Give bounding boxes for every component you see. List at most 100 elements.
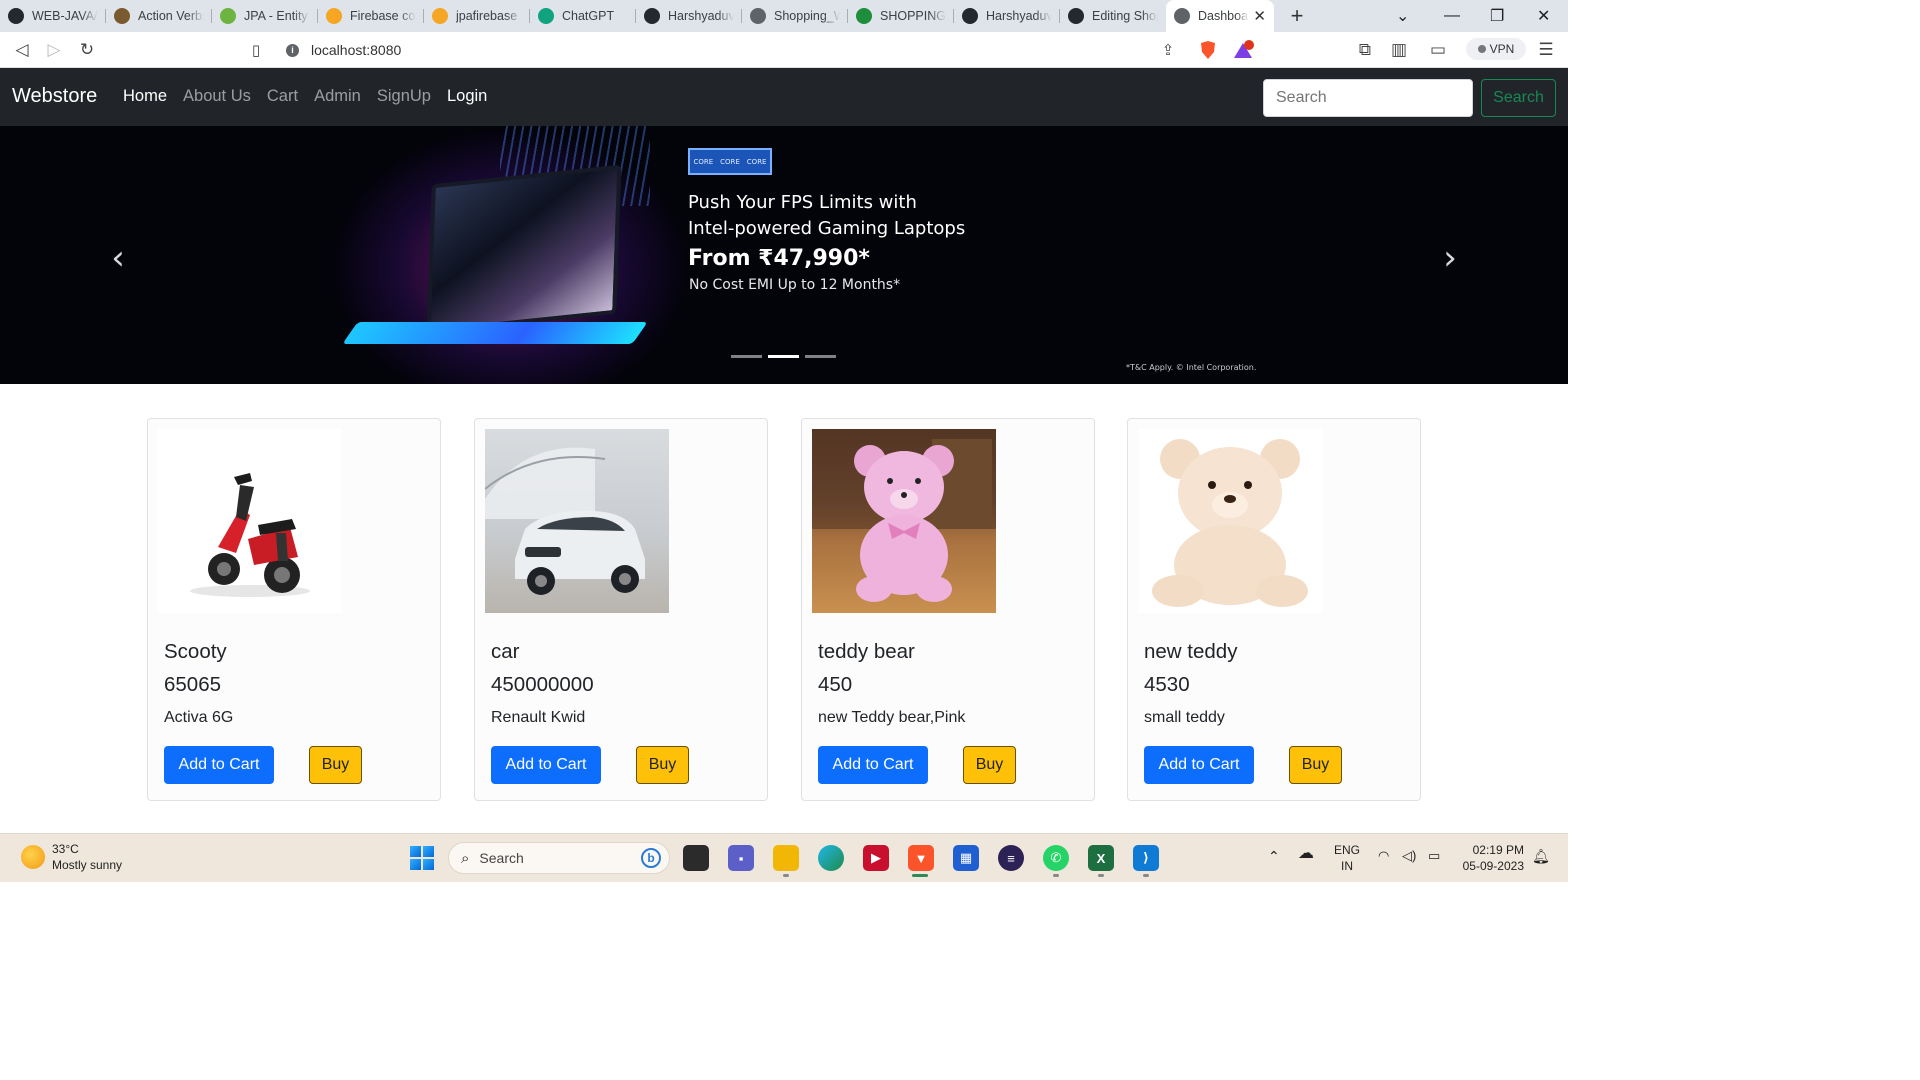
language-indicator[interactable]: ENG IN	[1334, 842, 1360, 874]
nav-home[interactable]: Home	[123, 87, 167, 106]
buy-button[interactable]: Buy	[1289, 746, 1342, 784]
brand-logo[interactable]: Webstore	[12, 85, 97, 108]
taskbar-search-placeholder: Search	[479, 850, 524, 866]
add-to-cart-button[interactable]: Add to Cart	[164, 746, 274, 784]
browser-tab-title: jpafirebase -	[456, 9, 522, 23]
add-to-cart-button[interactable]: Add to Cart	[1144, 746, 1254, 784]
browser-tab-title: Harshyaduva	[986, 9, 1052, 23]
notification-bell-icon[interactable]: 🔔︎	[1532, 848, 1550, 864]
globe-icon	[750, 8, 766, 24]
whatsapp-icon[interactable]: ✆	[1043, 845, 1069, 871]
site-info-icon[interactable]: i	[286, 43, 299, 57]
url-text: localhost:8080	[311, 42, 402, 58]
nav-login[interactable]: Login	[447, 87, 487, 106]
browser-tab[interactable]: jpafirebase -	[424, 0, 530, 32]
browser-tab[interactable]: Harshyaduva	[636, 0, 742, 32]
browser-tab[interactable]: Shopping_W	[742, 0, 848, 32]
teams-chat-icon[interactable]: ▪	[728, 845, 754, 871]
carousel-indicator[interactable]	[805, 355, 836, 358]
new-tab-icon[interactable]: +	[1282, 3, 1312, 29]
tab-search-icon[interactable]: ⌄	[1396, 0, 1409, 32]
vscode-icon[interactable]: ⟩	[1133, 845, 1159, 871]
browser-tab[interactable]: WEB-JAVA/W	[0, 0, 106, 32]
bookmark-icon[interactable]: ▯	[243, 32, 269, 68]
volume-icon[interactable]: ◁)	[1402, 848, 1416, 864]
laptop-base-image	[342, 322, 648, 344]
weather-description[interactable]: Mostly sunny	[52, 858, 122, 872]
buy-button[interactable]: Buy	[309, 746, 362, 784]
wifi-icon[interactable]: ◠	[1378, 848, 1389, 864]
windows-start-icon[interactable]	[410, 846, 434, 870]
battery-icon[interactable]: ▭	[1428, 848, 1440, 864]
add-to-cart-button[interactable]: Add to Cart	[818, 746, 928, 784]
firebase-icon	[432, 8, 448, 24]
microsoft-store-icon[interactable]: ▦	[953, 845, 979, 871]
maximize-icon[interactable]: ❐	[1490, 0, 1504, 32]
brave-shield-icon[interactable]	[1195, 32, 1221, 68]
carousel-indicator[interactable]	[731, 355, 762, 358]
browser-tab[interactable]: Harshyaduva	[954, 0, 1060, 32]
vpn-label: VPN	[1489, 42, 1515, 56]
nav-cart[interactable]: Cart	[267, 87, 298, 106]
forward-icon[interactable]: ▷	[41, 32, 67, 68]
taskbar-search[interactable]: ⌕ Search b	[448, 842, 670, 874]
edge-icon[interactable]	[818, 845, 844, 871]
close-window-icon[interactable]: ✕	[1537, 0, 1550, 32]
search-button[interactable]: Search	[1481, 79, 1556, 117]
sidebar-icon[interactable]: ▥	[1386, 32, 1412, 68]
brave-browser-icon[interactable]: ▼	[908, 845, 934, 871]
brave-rewards-icon[interactable]	[1230, 32, 1256, 68]
reload-icon[interactable]: ↻	[74, 32, 100, 68]
file-explorer-icon[interactable]	[773, 845, 799, 871]
product-image-new-teddy	[1138, 429, 1322, 613]
show-hidden-icons-icon[interactable]: ⌃	[1268, 848, 1280, 864]
vpn-button[interactable]: VPN	[1466, 38, 1526, 60]
address-bar	[0, 32, 1568, 68]
carousel-indicators	[731, 355, 842, 358]
carousel-next-icon[interactable]: ›	[1435, 238, 1465, 278]
browser-tab-title: SHOPPING A	[880, 9, 946, 23]
carousel-indicator-active[interactable]	[768, 355, 799, 358]
vpn-status-icon	[1477, 45, 1486, 53]
browser-tab[interactable]: Dashboa ✕	[1166, 0, 1274, 32]
bing-icon[interactable]: b	[641, 848, 661, 868]
product-image-car	[485, 429, 669, 613]
globe-icon	[1174, 8, 1190, 24]
product-price: 450	[818, 673, 853, 696]
close-tab-icon[interactable]: ✕	[1253, 7, 1266, 25]
browser-tab[interactable]: SHOPPING A	[848, 0, 954, 32]
browser-tab[interactable]: JPA - Entity R	[212, 0, 318, 32]
browser-tab[interactable]: Editing Shop	[1060, 0, 1166, 32]
nav-signup[interactable]: SignUp	[377, 87, 431, 106]
nav-about-us[interactable]: About Us	[183, 87, 251, 106]
browser-tab[interactable]: Action Verbs	[106, 0, 212, 32]
spring-icon	[220, 8, 236, 24]
buy-button[interactable]: Buy	[636, 746, 689, 784]
share-icon[interactable]: ⇪	[1155, 32, 1181, 68]
product-card-teddy-bear: teddy bear 450 new Teddy bear,Pink Add t…	[801, 418, 1095, 801]
weather-temperature[interactable]: 33°C	[52, 842, 79, 856]
search-input[interactable]	[1263, 79, 1473, 117]
system-clock[interactable]: 02:19 PM 05-09-2023	[1458, 842, 1524, 874]
buy-button[interactable]: Buy	[963, 746, 1016, 784]
running-indicator	[1053, 874, 1059, 877]
product-description: new Teddy bear,Pink	[818, 709, 966, 726]
task-view-icon[interactable]	[683, 845, 709, 871]
browser-tab[interactable]: Firebase con	[318, 0, 424, 32]
url-field[interactable]: i localhost:8080	[286, 39, 401, 61]
minimize-icon[interactable]: —	[1444, 0, 1460, 32]
onedrive-icon[interactable]: ☁	[1298, 846, 1314, 862]
nav-admin[interactable]: Admin	[314, 87, 361, 106]
product-description: small teddy	[1144, 709, 1225, 726]
extensions-icon[interactable]: ⧉	[1352, 32, 1378, 68]
carousel-prev-icon[interactable]: ‹	[103, 238, 133, 278]
back-icon[interactable]: ◁	[9, 32, 35, 68]
browser-tab[interactable]: ChatGPT	[530, 0, 636, 32]
eclipse-icon[interactable]: ≡	[998, 845, 1024, 871]
wallet-icon[interactable]: ▭	[1425, 32, 1451, 68]
excel-icon[interactable]: X	[1088, 845, 1114, 871]
menu-icon[interactable]: ☰	[1533, 32, 1559, 68]
weather-sun-icon[interactable]	[21, 845, 45, 869]
add-to-cart-button[interactable]: Add to Cart	[491, 746, 601, 784]
media-app-icon[interactable]: ▶	[863, 845, 889, 871]
